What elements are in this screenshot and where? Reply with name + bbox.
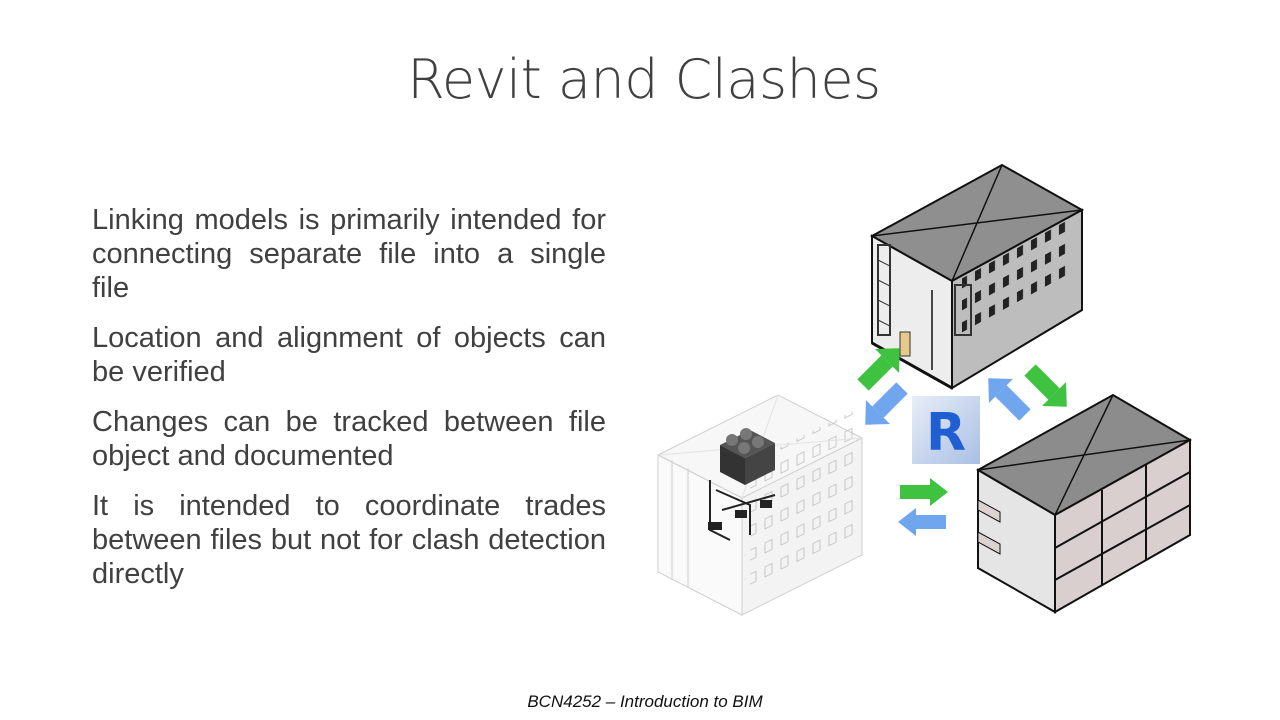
revit-logo-letter: R xyxy=(926,403,966,463)
bullet-item: It is intended to coordinate trades betw… xyxy=(92,490,606,590)
mep-model-building xyxy=(656,394,864,616)
slide-footer: BCN4252 – Introduction to BIM xyxy=(527,692,763,711)
architectural-model-building xyxy=(869,163,1085,390)
green-arrow-icon xyxy=(900,478,948,506)
bullet-item: Changes can be tracked between file obje… xyxy=(92,406,606,472)
slide-title: Revit and Clashes xyxy=(407,48,881,111)
blue-arrow-icon xyxy=(898,508,946,536)
revit-logo-icon: R xyxy=(912,396,980,464)
bullet-item: Location and alignment of objects can be… xyxy=(92,322,606,388)
bullet-item: Linking models is primarily intended for… xyxy=(92,204,606,304)
linked-models-figure: R xyxy=(656,163,1193,616)
structural-model-building xyxy=(975,393,1193,614)
blue-arrow-icon xyxy=(865,382,908,425)
bullet-list: Linking models is primarily intended for… xyxy=(92,203,606,607)
